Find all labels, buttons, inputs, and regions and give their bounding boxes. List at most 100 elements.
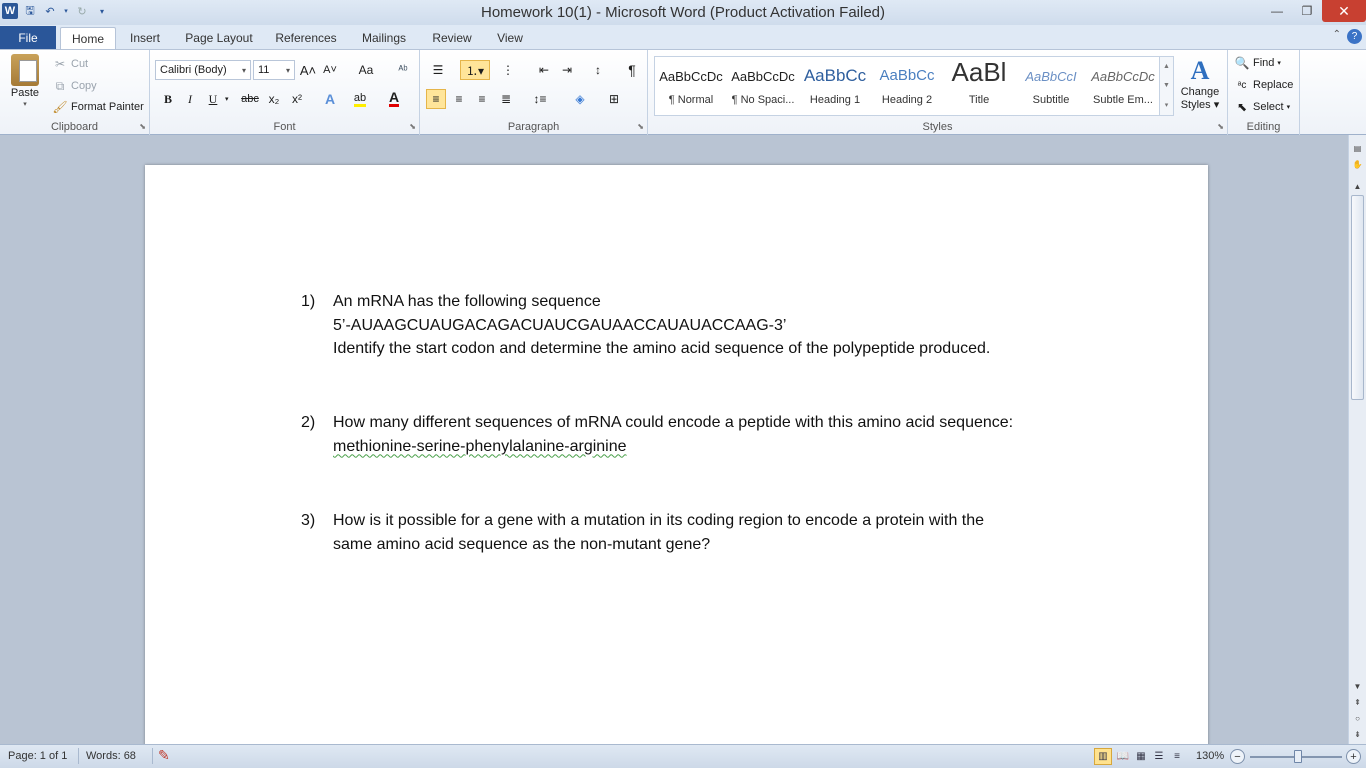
text-line: How is it possible for a gene with a mut…	[333, 512, 985, 529]
clear-formatting-icon[interactable]: ᴬᵇ	[393, 60, 413, 80]
pan-hand-icon[interactable]: ✋	[1349, 157, 1366, 171]
zoom-level[interactable]: 130%	[1196, 750, 1224, 762]
brush-icon: 🖌	[52, 100, 68, 114]
copy-icon: ⧉	[55, 78, 65, 93]
zoom-slider-thumb[interactable]	[1294, 750, 1302, 763]
question-1[interactable]: 1) An mRNA has the following sequence 5’…	[301, 290, 1091, 362]
chevron-down-icon[interactable]: ▼	[1163, 82, 1170, 89]
web-layout-icon[interactable]: ▦	[1132, 748, 1150, 765]
tab-insert[interactable]: Insert	[122, 27, 168, 49]
tab-review[interactable]: Review	[426, 27, 478, 49]
clipboard-launcher-icon[interactable]: ⬊	[139, 122, 146, 131]
zoom-in-icon[interactable]: +	[1346, 749, 1361, 764]
align-center-icon[interactable]: ≡	[449, 89, 469, 109]
sort-icon[interactable]: ↕	[588, 60, 608, 80]
grammar-flagged-text[interactable]: methionine-serine-phenylalanine-arginine	[333, 438, 627, 455]
ribbon-right-icons: ⌃ ?	[1333, 29, 1362, 44]
shading-icon[interactable]: ◈	[570, 89, 590, 109]
style-gallery-scroll[interactable]: ▲ ▼ ▾	[1159, 57, 1173, 115]
align-right-icon[interactable]: ≡	[472, 89, 492, 109]
change-styles-button[interactable]: A Change Styles ▾	[1178, 56, 1222, 111]
show-formatting-button[interactable]: ¶	[622, 60, 642, 80]
style-title[interactable]: AaBl Title	[943, 57, 1015, 115]
bullets-icon[interactable]: ☰	[428, 60, 448, 80]
scrollbar-thumb[interactable]	[1351, 195, 1364, 400]
line-spacing-icon[interactable]: ↕≡	[530, 89, 550, 109]
align-left-icon[interactable]: ≡	[426, 89, 446, 109]
superscript-button[interactable]: x²	[287, 89, 307, 109]
minimize-ribbon-icon[interactable]: ⌃	[1333, 29, 1341, 44]
font-launcher-icon[interactable]: ⬊	[409, 122, 416, 131]
multilevel-list-icon[interactable]: ⋮	[498, 60, 518, 80]
style-subtitle[interactable]: AaBbCcI Subtitle	[1015, 57, 1087, 115]
previous-page-icon[interactable]: ⇞	[1349, 695, 1366, 709]
minimize-button[interactable]: —	[1262, 0, 1292, 22]
paste-button[interactable]: Paste ▾	[8, 54, 42, 108]
style-no-spacing[interactable]: AaBbCcDc ¶ No Spaci...	[727, 57, 799, 115]
replace-icon: ᵃc	[1237, 79, 1247, 91]
styles-launcher-icon[interactable]: ⬊	[1217, 122, 1224, 131]
tab-references[interactable]: References	[270, 27, 342, 49]
draft-icon[interactable]: ≡	[1168, 748, 1186, 765]
tab-mailings[interactable]: Mailings	[354, 27, 414, 49]
browse-object-icon[interactable]: ○	[1349, 711, 1366, 725]
subscript-button[interactable]: x₂	[264, 89, 284, 109]
change-case-button[interactable]: Aa	[352, 60, 380, 80]
format-painter-button[interactable]: 🖌 Format Painter	[52, 99, 143, 115]
tab-view[interactable]: View	[490, 27, 530, 49]
outline-icon[interactable]: ☰	[1150, 748, 1168, 765]
editing-label: Editing	[1246, 121, 1281, 133]
underline-dropdown-icon[interactable]: ▾	[225, 95, 229, 103]
document-page[interactable]: 1) An mRNA has the following sequence 5’…	[145, 165, 1208, 765]
font-size-dropdown[interactable]: 11 ▾	[253, 60, 295, 80]
select-button[interactable]: ⬉ Select ▾	[1234, 99, 1290, 115]
list-number: 3)	[301, 512, 316, 529]
cut-button[interactable]: ✂ Cut	[52, 56, 88, 72]
document-area[interactable]: 1) An mRNA has the following sequence 5’…	[0, 135, 1348, 765]
vertical-scrollbar[interactable]: ▤ ✋ ▲ ▼ ⇞ ○ ⇟	[1348, 135, 1366, 744]
chevron-up-icon[interactable]: ▲	[1163, 63, 1170, 70]
close-button[interactable]: ✕	[1322, 0, 1366, 22]
zoom-out-icon[interactable]: −	[1230, 749, 1245, 764]
text-effects-icon[interactable]: A	[320, 89, 340, 109]
help-icon[interactable]: ?	[1347, 29, 1362, 44]
tab-file[interactable]: File	[0, 26, 56, 49]
tab-page-layout[interactable]: Page Layout	[180, 27, 258, 49]
underline-button[interactable]: U	[203, 89, 223, 109]
increase-indent-icon[interactable]: ⇥	[557, 60, 577, 80]
question-3[interactable]: 3) How is it possible for a gene with a …	[301, 509, 1091, 557]
bold-button[interactable]: B	[158, 89, 178, 109]
grow-font-button[interactable]: A˄	[298, 60, 318, 80]
font-name-dropdown[interactable]: Calibri (Body) ▾	[155, 60, 251, 80]
style-heading-1[interactable]: AaBbCc Heading 1	[799, 57, 871, 115]
highlight-color-icon[interactable]: ab	[350, 89, 370, 109]
replace-button[interactable]: ᵃc Replace	[1234, 77, 1294, 93]
font-color-icon[interactable]: A	[384, 89, 404, 109]
ruler-toggle-icon[interactable]: ▤	[1349, 141, 1366, 155]
style-subtle-emphasis[interactable]: AaBbCcDc Subtle Em...	[1087, 57, 1159, 115]
tab-home[interactable]: Home	[60, 27, 116, 49]
word-count[interactable]: Words: 68	[86, 750, 136, 762]
paragraph-launcher-icon[interactable]: ⬊	[637, 122, 644, 131]
copy-button[interactable]: ⧉ Copy	[52, 78, 97, 94]
justify-icon[interactable]: ≣	[496, 89, 516, 109]
scroll-down-icon[interactable]: ▼	[1349, 679, 1366, 693]
style-normal[interactable]: AaBbCcDc ¶ Normal	[655, 57, 727, 115]
strikethrough-button[interactable]: abc	[238, 89, 262, 109]
decrease-indent-icon[interactable]: ⇤	[534, 60, 554, 80]
page-count[interactable]: Page: 1 of 1	[8, 750, 67, 762]
borders-icon[interactable]: ⊞	[604, 89, 624, 109]
next-page-icon[interactable]: ⇟	[1349, 727, 1366, 741]
print-layout-icon[interactable]: ▥	[1094, 748, 1112, 765]
more-styles-icon[interactable]: ▾	[1165, 101, 1169, 109]
style-heading-2[interactable]: AaBbCc Heading 2	[871, 57, 943, 115]
scroll-up-icon[interactable]: ▲	[1349, 179, 1366, 193]
proofing-icon[interactable]: ✎	[158, 747, 170, 764]
full-screen-reading-icon[interactable]: 📖	[1114, 748, 1132, 765]
italic-button[interactable]: I	[180, 89, 200, 109]
question-2[interactable]: 2) How many different sequences of mRNA …	[301, 411, 1091, 459]
shrink-font-button[interactable]: A˅	[320, 60, 340, 80]
find-button[interactable]: 🔍 Find ▾	[1234, 55, 1281, 71]
restore-button[interactable]: ❐	[1292, 0, 1322, 22]
numbering-icon[interactable]: ⒈▾	[460, 60, 490, 80]
